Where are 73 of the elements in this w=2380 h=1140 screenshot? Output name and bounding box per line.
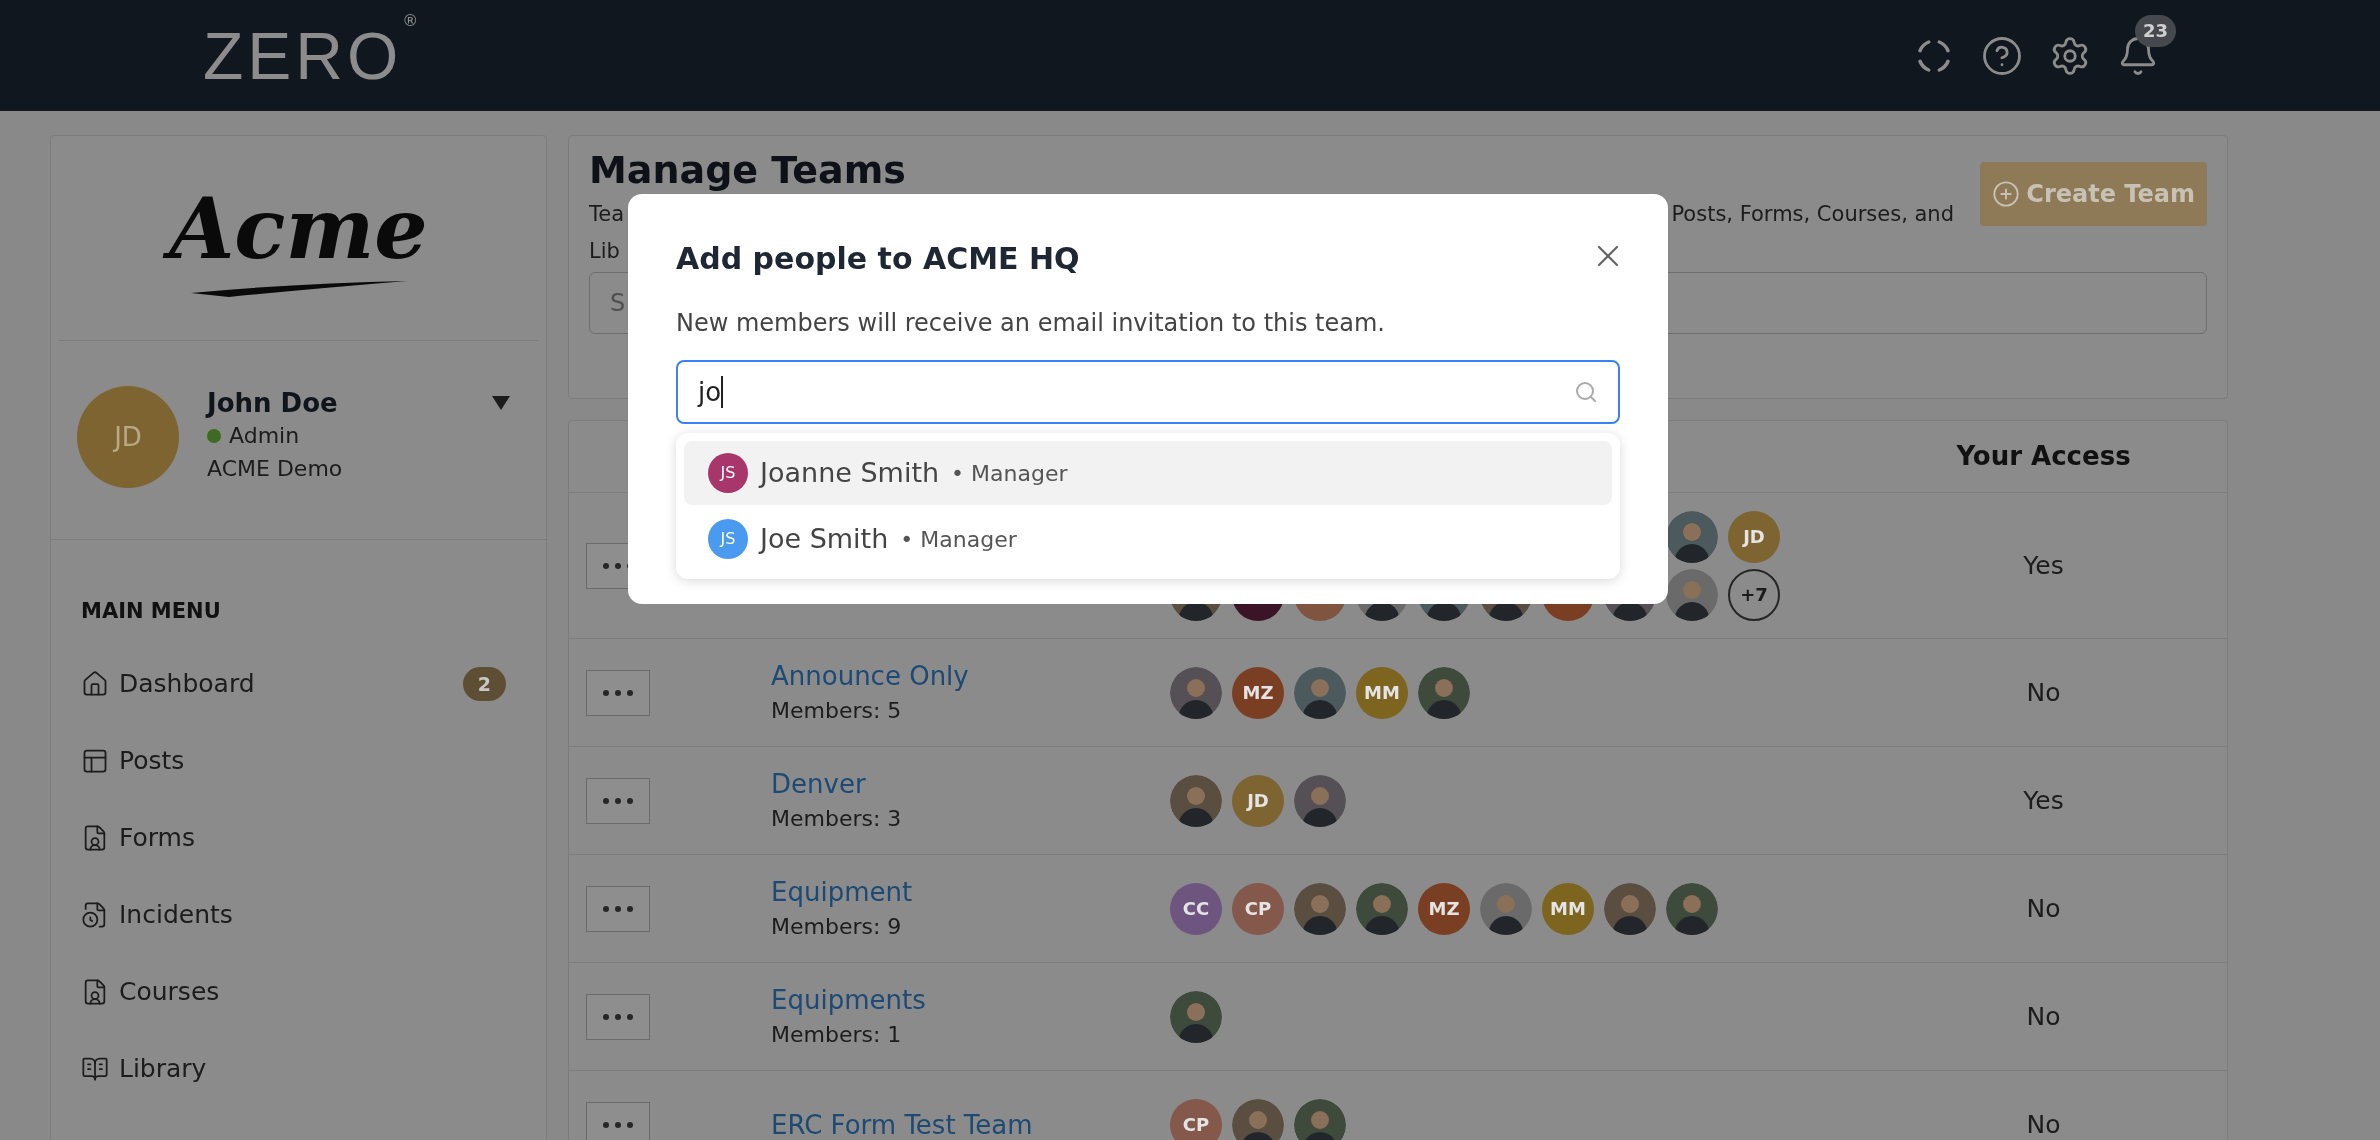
ellipsis-icon [603,689,633,696]
menu-item[interactable]: Courses [81,973,516,1011]
page-title: Manage Teams [589,147,906,194]
team-name-link[interactable]: Equipments [771,981,1170,1018]
notification-badge: 23 [2135,14,2177,47]
user-role: Admin [229,422,300,450]
book-icon [81,1055,109,1083]
team-name-link[interactable]: Announce Only [771,657,1170,694]
dialog-title: Add people to ACME HQ [676,240,1080,278]
avatar: MM [1356,666,1408,719]
column-header: Your Access [1956,440,2131,473]
more-options-button[interactable] [586,669,650,716]
access-value: No [2026,1000,2061,1033]
more-options-button[interactable] [586,993,650,1040]
access-value: No [2026,676,2061,709]
avatar: MM [1542,882,1594,935]
person-avatar: JS [708,453,748,493]
menu-item[interactable]: Posts [81,742,516,780]
house-icon [81,670,109,698]
logo: ZERO [203,22,403,89]
menu-item[interactable]: Incidents [81,896,516,934]
company-name: ACME Demo [207,455,343,483]
description-text: Tea [589,201,625,228]
help-icon[interactable] [1981,34,2023,77]
member-count: Members: 1 [771,1020,903,1049]
menu-heading: MAIN MENU [81,598,222,625]
ellipsis-icon [603,797,633,804]
avatar: MZ [1418,882,1470,935]
dialog-description: New members will receive an email invitation to this team. [676,308,1386,339]
description-text: Posts, Forms, Courses, and [1671,201,1954,228]
menu-item[interactable]: Forms [81,819,516,857]
count-badge: 2 [462,667,506,701]
registered-mark: ® [402,12,419,29]
suggestion-item[interactable]: JS Joanne Smith • Manager [684,441,1612,505]
plus-icon [1992,180,2021,208]
member-count: Members: 9 [771,912,903,941]
more-options-button[interactable] [586,1101,650,1140]
caret-icon[interactable] [492,396,510,410]
team-name-link[interactable]: ERC Form Test Team [771,1106,1170,1140]
member-count: Members: 3 [771,804,903,833]
search-icon [1574,380,1598,404]
ellipsis-icon [603,905,633,912]
avatar: MZ [1232,666,1284,719]
person-name: Joanne Smith [760,455,940,490]
more-members-count[interactable]: +7 [1728,568,1780,621]
company-logo: Acme [161,178,436,280]
avatar: CP [1170,1098,1222,1140]
user-name: John Doe [207,387,339,420]
access-value: Yes [2023,549,2064,582]
avatar: JD [1232,774,1284,827]
people-search-field[interactable]: jo [676,360,1620,424]
access-value: Yes [2023,784,2064,817]
description-text: Lib [589,238,620,265]
more-options-button[interactable] [586,885,650,932]
person-avatar: JS [708,519,748,559]
menu-item[interactable]: Dashboard 2 [81,665,516,703]
avatar: CC [1170,882,1222,935]
layout-icon [81,747,109,775]
more-options-button[interactable] [586,777,650,824]
access-value: No [2026,892,2061,925]
ellipsis-icon [603,1121,633,1128]
access-value: No [2026,1108,2061,1140]
avatar: CP [1232,882,1284,935]
member-count: Members: 5 [771,696,903,725]
team-name-link[interactable]: Denver [771,765,1170,802]
menu-item[interactable]: Library [81,1050,516,1088]
person-role: • Manager [900,525,1017,554]
person-role: • Manager [951,459,1068,488]
user-avatar: JD [77,386,179,488]
ellipsis-icon [603,1013,633,1020]
avatar: JD [1728,510,1780,563]
team-name-link[interactable]: Equipment [771,873,1170,910]
person-name: Joe Smith [760,521,889,556]
